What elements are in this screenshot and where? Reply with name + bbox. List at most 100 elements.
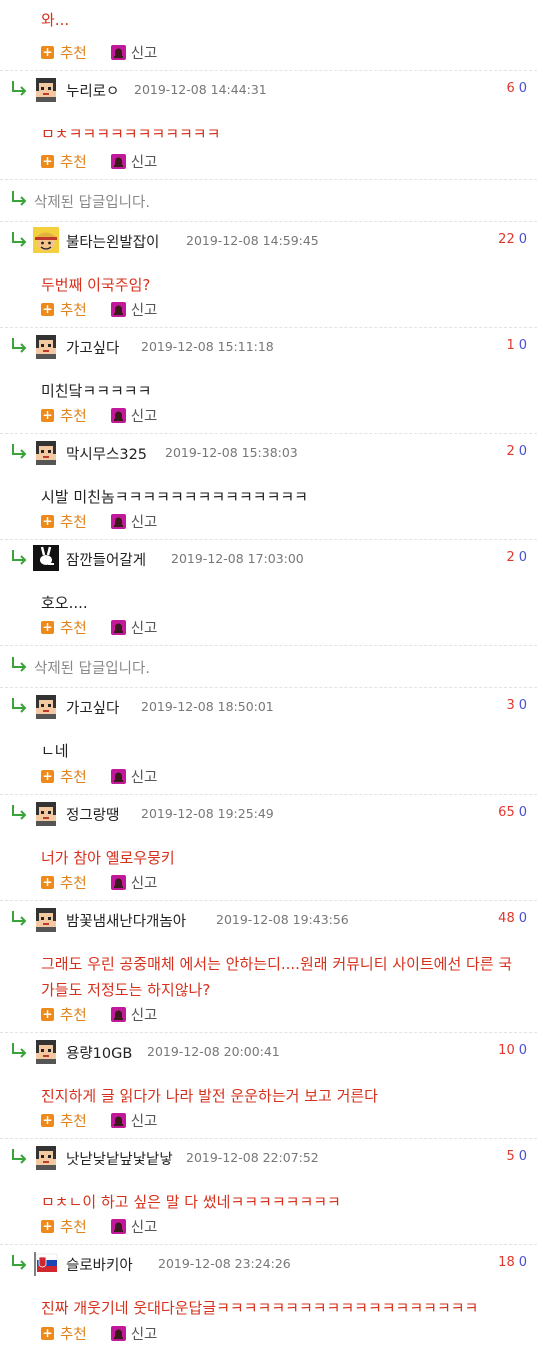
avatar[interactable]	[33, 1250, 59, 1276]
reply-comment: 잠깐들어갈게 2019-12-08 17:03:00 20 호오.... + 추…	[0, 539, 537, 645]
reply-arrow-icon	[10, 190, 28, 210]
comment-actions: + 추천 신고	[41, 1110, 181, 1130]
recommend-label: 추천	[60, 1219, 87, 1236]
avatar[interactable]	[33, 227, 59, 253]
recommend-button[interactable]: + 추천	[41, 1004, 87, 1025]
report-button[interactable]: 신고	[110, 511, 157, 532]
report-button[interactable]: 신고	[110, 1110, 157, 1131]
nickname[interactable]: 낫낟낮낱낲낯낱낳	[66, 1148, 173, 1169]
vote-counts: 50	[506, 1149, 527, 1164]
timestamp: 2019-12-08 19:25:49	[141, 806, 274, 821]
reply-comment: 낫낟낮낱낲낯낱낳 2019-12-08 22:07:52 50 ㅁㅊㄴ이 하고 …	[0, 1138, 537, 1244]
plus-icon: +	[41, 1218, 54, 1233]
reply-arrow-icon	[10, 656, 28, 676]
recommend-button[interactable]: + 추천	[41, 1216, 87, 1237]
report-label: 신고	[130, 769, 158, 786]
plus-icon: +	[41, 1006, 54, 1021]
report-label: 신고	[130, 1007, 158, 1024]
report-button[interactable]: 신고	[110, 299, 157, 320]
nickname[interactable]: 불타는왼발잡이	[66, 231, 159, 252]
comment-text: ㅁㅊㄴ이 하고 싶은 말 다 썼네ㅋㅋㅋㅋㅋㅋㅋㅋ	[41, 1193, 341, 1211]
report-label: 신고	[130, 1219, 158, 1236]
comment-actions: + 추천 신고	[41, 1004, 181, 1024]
reply-list: 누리로ㅇ 2019-12-08 14:44:31 60 ㅁㅊㅋㅋㅋㅋㅋㅋㅋㅋㅋㅋ…	[0, 70, 537, 1351]
nickname[interactable]: 가고싶다	[66, 337, 119, 358]
comment-actions: + 추천 신고	[41, 511, 181, 531]
nickname[interactable]: 가고싶다	[66, 697, 119, 718]
nickname[interactable]: 밤꽃냄새난다개놈아	[66, 910, 186, 931]
nickname[interactable]: 슬로바키아	[66, 1254, 133, 1275]
comment-header: 슬로바키아 2019-12-08 23:24:26 18 0	[0, 1245, 537, 1279]
comment-text: 미친닼ㅋㅋㅋㅋㅋ	[41, 382, 152, 400]
vote-counts: 18 0	[498, 1255, 527, 1270]
reply-arrow-icon	[10, 337, 28, 357]
comment-header: 가고싶다 2019-12-08 18:50:01 30	[0, 688, 537, 722]
upvote-count: 3	[506, 698, 515, 713]
nickname[interactable]: 잠깐들어갈게	[66, 549, 146, 570]
report-label: 신고	[130, 620, 158, 637]
comment-header: 낫낟낮낱낲낯낱낳 2019-12-08 22:07:52 50	[0, 1139, 537, 1173]
reply-comment: 가고싶다 2019-12-08 15:11:18 10 미친닼ㅋㅋㅋㅋㅋ + 추…	[0, 327, 537, 433]
vote-counts: 20	[506, 550, 527, 565]
avatar[interactable]	[33, 545, 59, 571]
reply-comment: 용량10GB 2019-12-08 20:00:41 10 0 진지하게 글 읽다…	[0, 1032, 537, 1138]
recommend-button[interactable]: + 추천	[41, 42, 87, 63]
report-button[interactable]: 신고	[110, 617, 158, 638]
comment-header: 막시무스325 2019-12-08 15:38:03 20	[0, 434, 537, 468]
report-button[interactable]: 신고	[110, 405, 157, 426]
downvote-count: 0	[518, 444, 527, 459]
recommend-label: 추천	[60, 875, 87, 892]
avatar[interactable]	[33, 439, 59, 465]
upvote-count: 2	[506, 444, 515, 459]
downvote-count: 0	[518, 1043, 527, 1058]
reply-comment: 불타는왼발잡이 2019-12-08 14:59:45 22 0 두번째 이국주임…	[0, 221, 537, 327]
nickname[interactable]: 막시무스325	[66, 443, 147, 464]
reply-comment: 누리로ㅇ 2019-12-08 14:44:31 60 ㅁㅊㅋㅋㅋㅋㅋㅋㅋㅋㅋㅋ…	[0, 70, 537, 179]
vote-counts: 48 0	[498, 911, 527, 926]
vote-counts: 22 0	[498, 232, 527, 247]
comment-text: 시발 미친놈ㅋㅋㅋㅋㅋㅋㅋㅋㅋㅋㅋㅋㅋㅋ	[41, 488, 308, 506]
avatar[interactable]	[33, 800, 59, 826]
siren-icon	[110, 153, 126, 169]
report-button[interactable]: 신고	[110, 1004, 158, 1025]
siren-icon	[110, 513, 126, 529]
avatar[interactable]	[33, 693, 59, 719]
deleted-reply: 삭제된 답글입니다.	[0, 645, 537, 687]
plus-icon: +	[41, 619, 54, 634]
nickname[interactable]: 용량10GB	[66, 1042, 132, 1063]
recommend-button[interactable]: + 추천	[41, 151, 87, 172]
recommend-button[interactable]: + 추천	[41, 1110, 87, 1131]
comment-header: 가고싶다 2019-12-08 15:11:18 10	[0, 328, 537, 362]
siren-icon	[110, 301, 126, 317]
plus-icon: +	[41, 153, 54, 168]
nickname[interactable]: 누리로ㅇ	[66, 80, 119, 101]
recommend-label: 추천	[60, 1113, 87, 1130]
report-button[interactable]: 신고	[110, 872, 157, 893]
comment-actions: + 추천 신고	[41, 405, 181, 425]
report-button[interactable]: 신고	[110, 151, 157, 172]
downvote-count: 0	[518, 1149, 527, 1164]
recommend-button[interactable]: + 추천	[41, 511, 87, 532]
avatar[interactable]	[33, 1038, 59, 1064]
avatar[interactable]	[33, 906, 59, 932]
recommend-button[interactable]: + 추천	[41, 405, 87, 426]
recommend-button[interactable]: + 추천	[41, 872, 87, 893]
comment-text: ㄴ네	[41, 742, 69, 760]
report-button[interactable]: 신고	[110, 1216, 158, 1237]
recommend-button[interactable]: + 추천	[41, 766, 87, 787]
report-button[interactable]: 신고	[110, 766, 158, 787]
avatar[interactable]	[33, 333, 59, 359]
vote-counts: 10	[506, 338, 527, 353]
timestamp: 2019-12-08 20:00:41	[147, 1044, 280, 1059]
report-button[interactable]: 신고	[110, 42, 157, 63]
comment-actions: + 추천 신고	[41, 872, 181, 892]
downvote-count: 0	[518, 1255, 527, 1270]
comment-header: 정그랑땡 2019-12-08 19:25:49 65 0	[0, 795, 537, 829]
avatar[interactable]	[33, 76, 59, 102]
downvote-count: 0	[518, 232, 527, 247]
comment-actions: + 추천 신고	[41, 1323, 181, 1343]
recommend-button[interactable]: + 추천	[41, 617, 87, 638]
recommend-button[interactable]: + 추천	[41, 299, 87, 320]
nickname[interactable]: 정그랑땡	[66, 804, 119, 825]
avatar[interactable]	[33, 1144, 59, 1170]
